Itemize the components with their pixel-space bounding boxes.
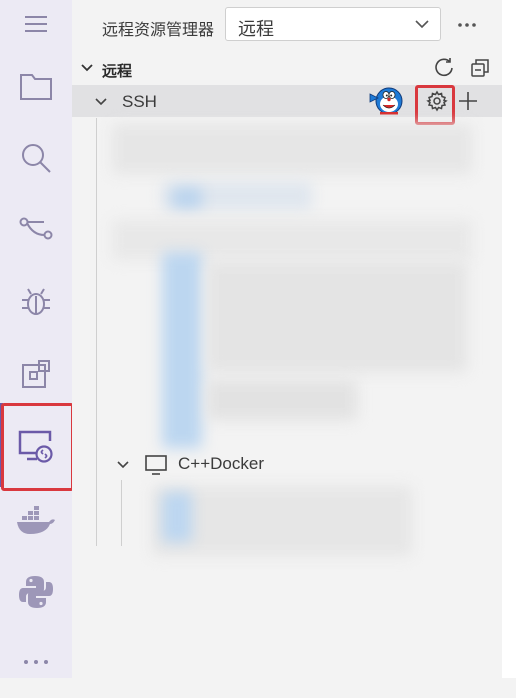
more-icon[interactable] (0, 626, 72, 698)
source-control-icon[interactable] (0, 194, 72, 266)
activity-bar (0, 0, 74, 678)
more-actions-button[interactable] (455, 13, 479, 37)
refresh-button[interactable] (431, 55, 457, 81)
sidebar-title-bar: 远程资源管理器 远程 (72, 0, 502, 50)
debug-icon[interactable] (0, 266, 72, 338)
doraemon-cursor-icon (369, 84, 403, 123)
search-icon[interactable] (0, 122, 72, 194)
blurred-host-entry (172, 188, 202, 208)
docker-host-label: C++Docker (178, 454, 264, 473)
blurred-container-entry (162, 492, 192, 542)
sidebar-title: 远程资源管理器 (102, 22, 215, 39)
remote-explorer-icon[interactable] (0, 410, 72, 482)
ssh-group-label: SSH (122, 92, 157, 111)
monitor-icon (144, 454, 168, 481)
chevron-down-icon (94, 95, 108, 113)
blurred-host-entry (162, 252, 202, 448)
remote-type-select-value: 远程 (238, 19, 274, 39)
add-ssh-host-button[interactable] (455, 88, 481, 114)
explorer-icon[interactable] (0, 50, 72, 122)
configure-ssh-button[interactable] (424, 88, 450, 114)
ssh-group-row[interactable]: SSH (72, 85, 502, 117)
extensions-icon[interactable] (0, 338, 72, 410)
collapse-all-button[interactable] (467, 55, 493, 81)
blurred-host-list (112, 124, 472, 174)
scrollbar[interactable] (502, 0, 516, 678)
remote-explorer-sidebar: 远程资源管理器 远程 远程 SSH C++Docker (72, 0, 502, 678)
tree-indent-guide (121, 480, 122, 546)
tree-indent-guide (96, 118, 97, 546)
python-icon[interactable] (0, 556, 72, 628)
remote-section-title: 远程 (102, 63, 133, 80)
remote-type-select[interactable]: 远程 (225, 7, 441, 41)
docker-host-row[interactable]: C++Docker (112, 450, 492, 480)
blurred-host-entry (207, 380, 357, 420)
chevron-down-icon (116, 458, 130, 476)
remote-section-header[interactable]: 远程 (72, 52, 502, 84)
docker-icon[interactable] (0, 485, 72, 557)
blurred-host-entry (207, 262, 467, 372)
chevron-down-icon (80, 61, 94, 79)
chevron-down-icon (414, 17, 430, 36)
